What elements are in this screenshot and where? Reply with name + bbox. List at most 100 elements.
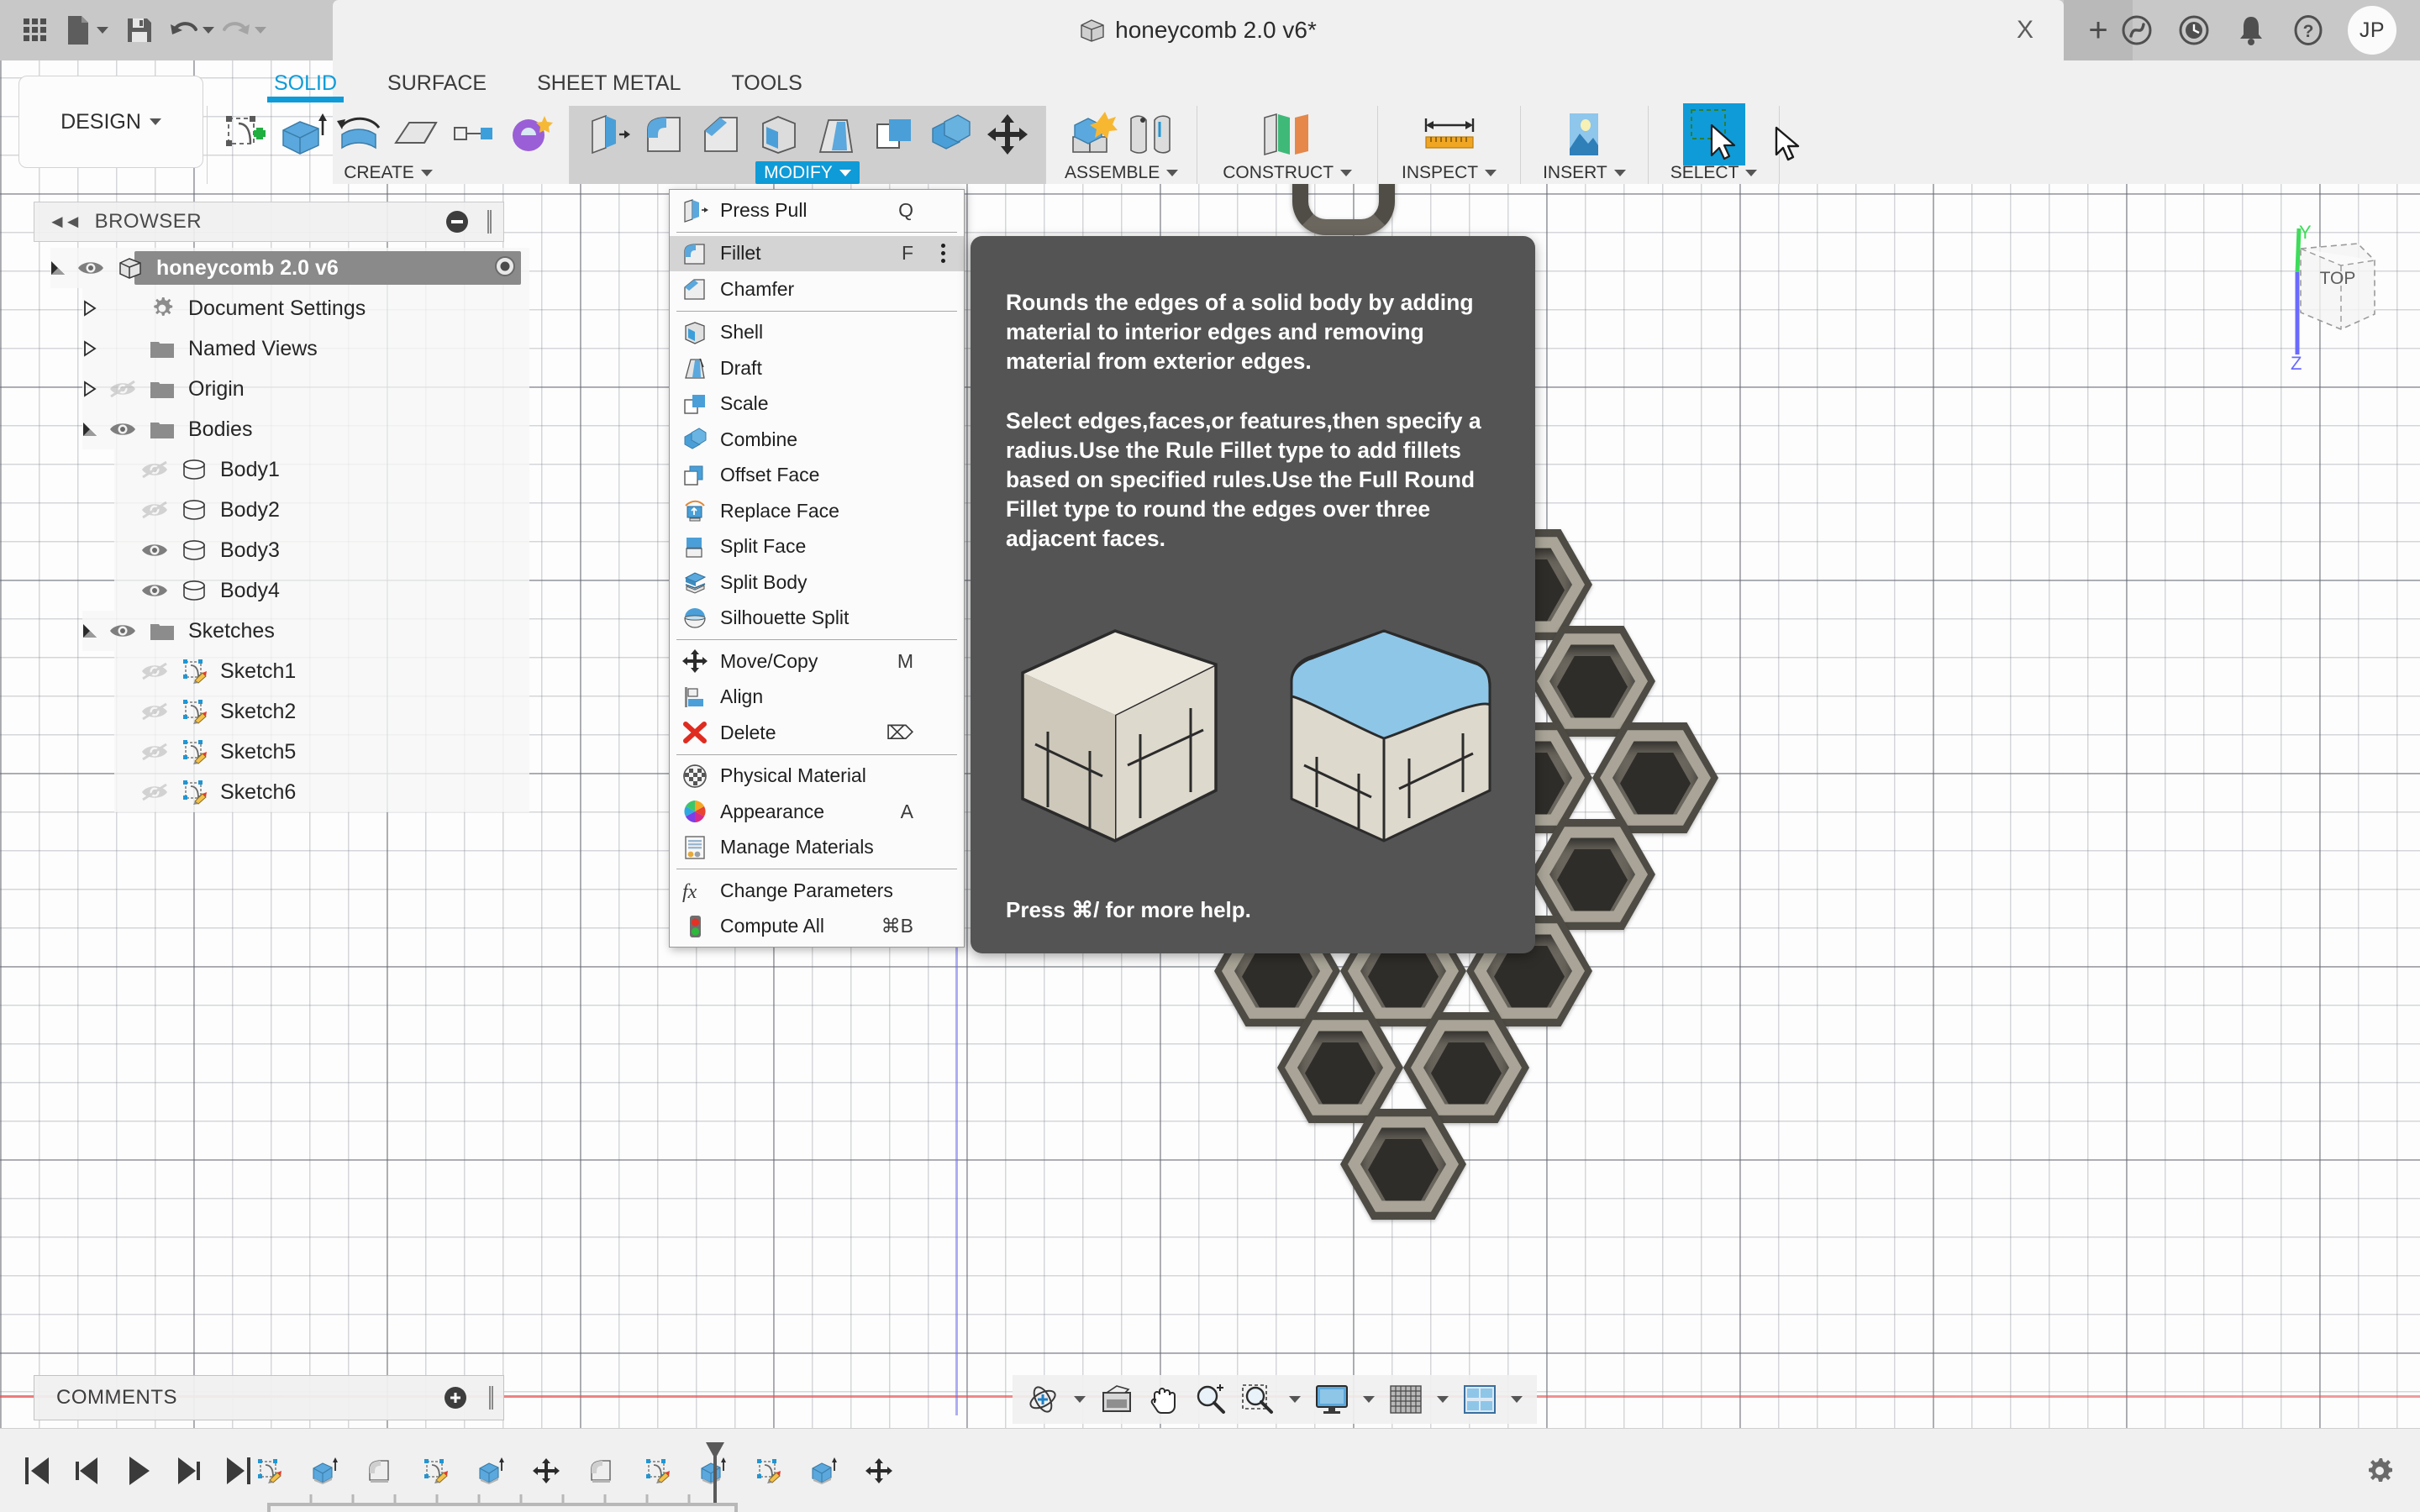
tree-item-body1[interactable]: Body1 [34, 449, 555, 490]
notifications-bell-icon[interactable] [2233, 13, 2269, 48]
menu-item-split-body[interactable]: Split Body [670, 564, 964, 601]
visibility-eye-icon[interactable] [103, 379, 143, 399]
visibility-eye-icon[interactable] [71, 258, 111, 278]
menu-item-fillet[interactable]: Fillet F [670, 235, 964, 271]
menu-item-press-pull[interactable]: Press Pull Q [670, 192, 964, 228]
timeline-move[interactable] [521, 1446, 571, 1496]
measure-icon[interactable] [1419, 109, 1480, 160]
add-comment-button[interactable] [445, 1387, 466, 1409]
tree-item-sketch6[interactable]: Sketch6 [34, 772, 555, 812]
menu-item-compute-all[interactable]: Compute All ⌘B [670, 909, 964, 945]
menu-item-physical-material[interactable]: Physical Material [670, 759, 964, 795]
honeycomb-cell[interactable] [1340, 1109, 1466, 1220]
viewports-icon[interactable] [1458, 1378, 1502, 1421]
tree-item-sketch5[interactable]: Sketch5 [34, 732, 555, 772]
document-tab[interactable]: honeycomb 2.0 v6* X [333, 0, 2064, 60]
move-copy-icon[interactable] [981, 109, 1034, 160]
fusion-logo-icon[interactable] [2119, 13, 2154, 48]
active-component-radio[interactable] [492, 254, 518, 283]
panel-create-label[interactable]: CREATE [344, 161, 433, 184]
menu-item-offset-face[interactable]: Offset Face [670, 458, 964, 494]
menu-item-change-parameters[interactable]: fx Change Parameters [670, 873, 964, 909]
timeline-extrude[interactable] [466, 1446, 516, 1496]
visibility-eye-icon[interactable] [134, 500, 175, 520]
browser-collapse-icon[interactable]: ◄◄ [48, 211, 82, 233]
tree-twisty[interactable] [77, 300, 103, 317]
visibility-eye-icon[interactable] [134, 661, 175, 681]
tree-item-sketch1[interactable]: Sketch1 [34, 651, 555, 691]
job-status-icon[interactable] [2176, 13, 2212, 48]
extrude-icon[interactable] [276, 109, 329, 160]
panel-assemble-label[interactable]: ASSEMBLE [1065, 161, 1179, 184]
joint-icon[interactable] [1124, 109, 1176, 160]
combine-icon[interactable] [924, 109, 976, 160]
panel-insert-label[interactable]: INSERT [1543, 161, 1626, 184]
zoom-caret-icon[interactable] [1283, 1378, 1307, 1421]
tree-twisty[interactable] [77, 340, 103, 357]
view-cube[interactable]: Y Z TOP [2260, 220, 2412, 388]
tree-twisty[interactable] [45, 260, 71, 276]
tree-item-document-settings[interactable]: Document Settings [34, 288, 555, 328]
go-to-beginning-button[interactable] [18, 1449, 55, 1493]
create-more-icon[interactable] [505, 109, 557, 160]
menu-item-appearance[interactable]: Appearance A [670, 794, 964, 830]
honeycomb-cell[interactable] [1277, 1012, 1403, 1123]
honeycomb-cell[interactable] [1529, 626, 1655, 737]
pan-icon[interactable] [1142, 1378, 1186, 1421]
panel-modify-label[interactable]: MODIFY [755, 161, 860, 184]
tree-item-honeycomb-2-0-v6[interactable]: honeycomb 2.0 v6 [34, 248, 555, 288]
browser-minimize-icon[interactable] [446, 211, 468, 233]
visibility-eye-icon[interactable] [134, 459, 175, 480]
new-file-icon[interactable] [64, 8, 111, 52]
press-pull-icon[interactable] [581, 109, 634, 160]
timeline-sketch[interactable] [743, 1446, 793, 1496]
menu-item-delete[interactable]: Delete ⌦ [670, 715, 964, 751]
visibility-eye-icon[interactable] [134, 701, 175, 722]
shell-icon[interactable] [753, 109, 805, 160]
visibility-eye-icon[interactable] [103, 621, 143, 641]
select-active-highlight[interactable] [1682, 103, 1745, 165]
tree-item-sketches[interactable]: Sketches [34, 611, 555, 651]
visibility-eye-icon[interactable] [134, 540, 175, 560]
timeline-move[interactable] [854, 1446, 904, 1496]
tree-item-body3[interactable]: Body3 [34, 530, 555, 570]
orbit-caret-icon[interactable] [1068, 1378, 1092, 1421]
viewports-caret-icon[interactable] [1505, 1378, 1528, 1421]
tree-item-origin[interactable]: Origin [34, 369, 555, 409]
scale-icon[interactable] [867, 109, 919, 160]
new-component-icon[interactable] [1067, 109, 1119, 160]
tree-item-bodies[interactable]: Bodies [34, 409, 555, 449]
pattern-icon[interactable] [448, 109, 500, 160]
timeline-extrude[interactable] [798, 1446, 849, 1496]
honeycomb-cell[interactable] [1403, 1012, 1529, 1123]
timeline-sketch[interactable] [410, 1446, 460, 1496]
comments-resize-grip[interactable] [489, 1386, 493, 1410]
tree-twisty[interactable] [77, 421, 103, 438]
menu-item-overflow-icon[interactable] [941, 244, 945, 264]
avatar[interactable]: JP [2348, 6, 2396, 55]
visibility-eye-icon[interactable] [103, 419, 143, 439]
panel-construct-label[interactable]: CONSTRUCT [1223, 161, 1353, 184]
save-icon[interactable] [116, 8, 163, 52]
step-forward-button[interactable] [170, 1449, 207, 1493]
undo-icon[interactable] [168, 8, 215, 52]
tree-twisty[interactable] [77, 622, 103, 639]
tree-item-body4[interactable]: Body4 [34, 570, 555, 611]
menu-item-manage-materials[interactable]: Manage Materials [670, 830, 964, 866]
tree-item-body2[interactable]: Body2 [34, 490, 555, 530]
menu-item-combine[interactable]: Combine [670, 422, 964, 458]
help-icon[interactable]: ? [2291, 13, 2326, 48]
visibility-eye-icon[interactable] [134, 782, 175, 802]
tab-surface[interactable]: SURFACE [362, 60, 512, 106]
tree-twisty[interactable] [77, 381, 103, 397]
step-back-button[interactable] [69, 1449, 106, 1493]
zoom-icon[interactable] [1189, 1378, 1233, 1421]
menu-item-scale[interactable]: Scale [670, 386, 964, 423]
timeline-marker[interactable] [704, 1441, 726, 1503]
timeline-fillet[interactable] [355, 1446, 405, 1496]
tab-sheet-metal[interactable]: SHEET METAL [512, 60, 706, 106]
grid-caret-icon[interactable] [1431, 1378, 1455, 1421]
create-sketch-icon[interactable] [219, 109, 271, 160]
tab-tools[interactable]: TOOLS [706, 60, 827, 106]
timeline-extrude[interactable] [299, 1446, 350, 1496]
